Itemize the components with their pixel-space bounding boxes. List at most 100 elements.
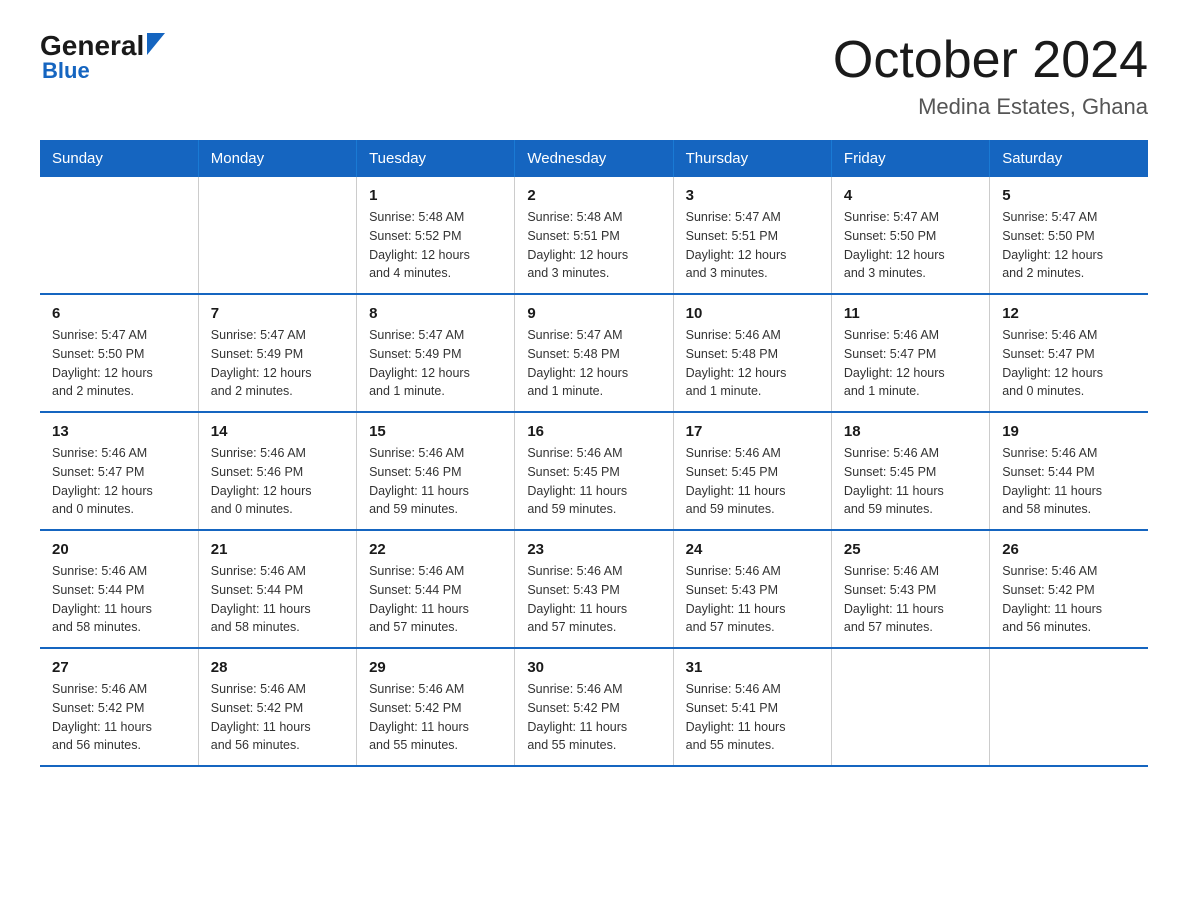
day-info: Sunrise: 5:46 AMSunset: 5:43 PMDaylight:… (844, 562, 977, 637)
day-number: 10 (686, 305, 819, 322)
day-number: 5 (1002, 187, 1136, 204)
calendar-cell: 20 Sunrise: 5:46 AMSunset: 5:44 PMDayligh… (40, 530, 198, 648)
page-title: October 2024 (833, 30, 1148, 90)
day-number: 25 (844, 541, 977, 558)
day-info: Sunrise: 5:46 AMSunset: 5:42 PMDaylight:… (211, 680, 344, 755)
day-info: Sunrise: 5:46 AMSunset: 5:46 PMDaylight:… (369, 444, 502, 519)
calendar-cell: 23Sunrise: 5:46 AMSunset: 5:43 PMDayligh… (515, 530, 673, 648)
day-info: Sunrise: 5:47 AMSunset: 5:48 PMDaylight:… (527, 326, 660, 401)
day-number: 27 (52, 659, 186, 676)
day-info: Sunrise: 5:46 AMSunset: 5:44 PMDaylight:… (52, 562, 186, 637)
col-monday: Monday (198, 140, 356, 177)
calendar-cell: 16 Sunrise: 5:46 AMSunset: 5:45 PMDayligh… (515, 412, 673, 530)
calendar-cell: 5 Sunrise: 5:47 AMSunset: 5:50 PMDaylight… (990, 177, 1148, 294)
logo-blue-text: Blue (40, 58, 90, 84)
day-number: 18 (844, 423, 977, 440)
col-saturday: Saturday (990, 140, 1148, 177)
day-number: 4 (844, 187, 977, 204)
day-info: Sunrise: 5:47 AMSunset: 5:49 PMDaylight:… (211, 326, 344, 401)
calendar-cell: 4 Sunrise: 5:47 AMSunset: 5:50 PMDaylight… (831, 177, 989, 294)
calendar-header: Sunday Monday Tuesday Wednesday Thursday… (40, 140, 1148, 177)
day-number: 17 (686, 423, 819, 440)
day-info: Sunrise: 5:46 AMSunset: 5:42 PMDaylight:… (52, 680, 186, 755)
calendar-cell: 6 Sunrise: 5:47 AMSunset: 5:50 PMDaylight… (40, 294, 198, 412)
day-number: 15 (369, 423, 502, 440)
calendar-cell: 14 Sunrise: 5:46 AMSunset: 5:46 PMDayligh… (198, 412, 356, 530)
day-number: 22 (369, 541, 502, 558)
day-number: 12 (1002, 305, 1136, 322)
calendar-cell: 19 Sunrise: 5:46 AMSunset: 5:44 PMDayligh… (990, 412, 1148, 530)
calendar-cell: 25 Sunrise: 5:46 AMSunset: 5:43 PMDayligh… (831, 530, 989, 648)
day-number: 13 (52, 423, 186, 440)
day-info: Sunrise: 5:47 AMSunset: 5:50 PMDaylight:… (1002, 208, 1136, 283)
calendar-cell (198, 177, 356, 294)
day-number: 6 (52, 305, 186, 322)
day-info: Sunrise: 5:47 AMSunset: 5:49 PMDaylight:… (369, 326, 502, 401)
day-info: Sunrise: 5:46 AMSunset: 5:43 PMDaylight:… (686, 562, 819, 637)
day-info: Sunrise: 5:46 AMSunset: 5:42 PMDaylight:… (527, 680, 660, 755)
day-info: Sunrise: 5:46 AMSunset: 5:42 PMDaylight:… (1002, 562, 1136, 637)
day-number: 16 (527, 423, 660, 440)
day-info: Sunrise: 5:48 AMSunset: 5:52 PMDaylight:… (369, 208, 502, 283)
calendar-cell: 13Sunrise: 5:46 AMSunset: 5:47 PMDayligh… (40, 412, 198, 530)
day-number: 11 (844, 305, 977, 322)
calendar-cell (831, 648, 989, 766)
calendar-week-1: 1 Sunrise: 5:48 AMSunset: 5:52 PMDaylight… (40, 177, 1148, 294)
calendar-cell: 15 Sunrise: 5:46 AMSunset: 5:46 PMDayligh… (357, 412, 515, 530)
calendar-cell: 31Sunrise: 5:46 AMSunset: 5:41 PMDayligh… (673, 648, 831, 766)
day-number: 31 (686, 659, 819, 676)
day-number: 24 (686, 541, 819, 558)
day-info: Sunrise: 5:47 AMSunset: 5:51 PMDaylight:… (686, 208, 819, 283)
day-info: Sunrise: 5:46 AMSunset: 5:43 PMDaylight:… (527, 562, 660, 637)
col-tuesday: Tuesday (357, 140, 515, 177)
day-info: Sunrise: 5:46 AMSunset: 5:45 PMDaylight:… (527, 444, 660, 519)
day-number: 2 (527, 187, 660, 204)
day-info: Sunrise: 5:46 AMSunset: 5:44 PMDaylight:… (1002, 444, 1136, 519)
day-info: Sunrise: 5:46 AMSunset: 5:42 PMDaylight:… (369, 680, 502, 755)
calendar-cell: 11Sunrise: 5:46 AMSunset: 5:47 PMDayligh… (831, 294, 989, 412)
calendar-cell: 29 Sunrise: 5:46 AMSunset: 5:42 PMDayligh… (357, 648, 515, 766)
day-number: 21 (211, 541, 344, 558)
title-section: October 2024 Medina Estates, Ghana (833, 30, 1148, 120)
col-friday: Friday (831, 140, 989, 177)
calendar-cell: 8 Sunrise: 5:47 AMSunset: 5:49 PMDaylight… (357, 294, 515, 412)
logo-arrow-icon (147, 33, 165, 55)
col-thursday: Thursday (673, 140, 831, 177)
day-info: Sunrise: 5:46 AMSunset: 5:44 PMDaylight:… (369, 562, 502, 637)
day-info: Sunrise: 5:47 AMSunset: 5:50 PMDaylight:… (844, 208, 977, 283)
calendar-cell: 18Sunrise: 5:46 AMSunset: 5:45 PMDayligh… (831, 412, 989, 530)
day-number: 1 (369, 187, 502, 204)
calendar-cell: 12Sunrise: 5:46 AMSunset: 5:47 PMDayligh… (990, 294, 1148, 412)
day-info: Sunrise: 5:46 AMSunset: 5:46 PMDaylight:… (211, 444, 344, 519)
calendar-cell: 10Sunrise: 5:46 AMSunset: 5:48 PMDayligh… (673, 294, 831, 412)
day-info: Sunrise: 5:47 AMSunset: 5:50 PMDaylight:… (52, 326, 186, 401)
calendar-cell: 17 Sunrise: 5:46 AMSunset: 5:45 PMDayligh… (673, 412, 831, 530)
calendar-week-4: 20 Sunrise: 5:46 AMSunset: 5:44 PMDayligh… (40, 530, 1148, 648)
logo: General Blue (40, 30, 165, 84)
calendar-body: 1 Sunrise: 5:48 AMSunset: 5:52 PMDaylight… (40, 177, 1148, 766)
day-info: Sunrise: 5:46 AMSunset: 5:45 PMDaylight:… (686, 444, 819, 519)
calendar-cell: 28Sunrise: 5:46 AMSunset: 5:42 PMDayligh… (198, 648, 356, 766)
calendar-cell: 9 Sunrise: 5:47 AMSunset: 5:48 PMDaylight… (515, 294, 673, 412)
col-sunday: Sunday (40, 140, 198, 177)
calendar-cell: 26 Sunrise: 5:46 AMSunset: 5:42 PMDayligh… (990, 530, 1148, 648)
day-number: 19 (1002, 423, 1136, 440)
day-number: 3 (686, 187, 819, 204)
day-number: 14 (211, 423, 344, 440)
day-number: 9 (527, 305, 660, 322)
calendar-cell: 27 Sunrise: 5:46 AMSunset: 5:42 PMDayligh… (40, 648, 198, 766)
col-wednesday: Wednesday (515, 140, 673, 177)
calendar-cell: 30 Sunrise: 5:46 AMSunset: 5:42 PMDayligh… (515, 648, 673, 766)
calendar-cell (40, 177, 198, 294)
day-number: 8 (369, 305, 502, 322)
calendar-cell: 24 Sunrise: 5:46 AMSunset: 5:43 PMDayligh… (673, 530, 831, 648)
day-number: 26 (1002, 541, 1136, 558)
calendar-week-5: 27 Sunrise: 5:46 AMSunset: 5:42 PMDayligh… (40, 648, 1148, 766)
calendar-week-3: 13Sunrise: 5:46 AMSunset: 5:47 PMDayligh… (40, 412, 1148, 530)
day-number: 20 (52, 541, 186, 558)
day-number: 29 (369, 659, 502, 676)
day-number: 30 (527, 659, 660, 676)
calendar-cell: 1 Sunrise: 5:48 AMSunset: 5:52 PMDaylight… (357, 177, 515, 294)
calendar-cell: 21Sunrise: 5:46 AMSunset: 5:44 PMDayligh… (198, 530, 356, 648)
calendar-week-2: 6 Sunrise: 5:47 AMSunset: 5:50 PMDaylight… (40, 294, 1148, 412)
